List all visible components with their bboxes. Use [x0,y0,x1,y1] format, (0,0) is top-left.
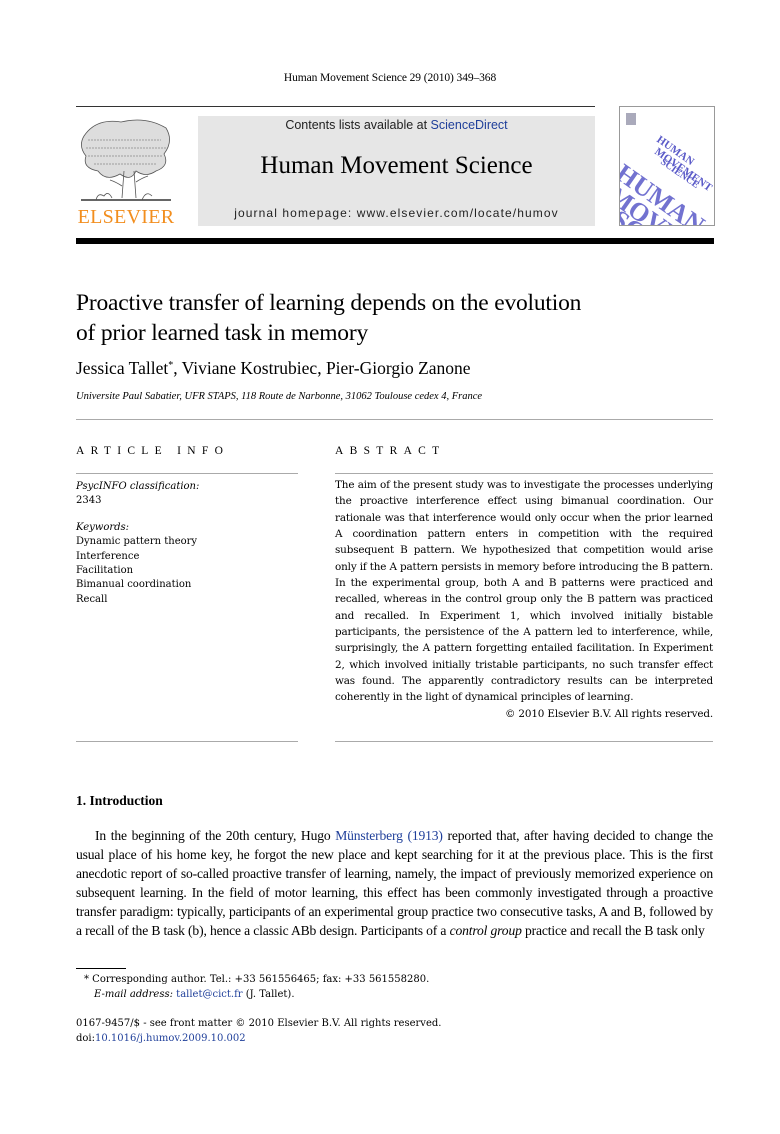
affiliation-rule [76,419,713,420]
email-link[interactable]: tallet@cict.fr [176,989,242,1000]
keywords-label: Keywords: [76,521,130,533]
footnote-rule [76,968,126,969]
intro-emphasis: control group [449,923,522,938]
header-rule [76,106,595,107]
author-list: Jessica Tallet*, Viviane Kostrubiec, Pie… [76,358,471,379]
footnote-email: E-mail address: tallet@cict.fr (J. Talle… [84,988,429,1003]
issn-line: 0167-9457/$ - see front matter © 2010 El… [76,1018,442,1029]
masthead-thick-rule [76,238,714,244]
article-info-rule [76,473,298,474]
classification-label: PsycINFO classification: [76,481,200,492]
footnote-correspondence: * Corresponding author. Tel.: +33 561556… [84,973,429,988]
cover-art-icon: HUMAN MOVEMENT SCIENCE HUMAN MOVEMENT SC… [620,113,714,225]
elsevier-logo[interactable]: ELSEVIER [76,116,176,228]
article-info-heading: ARTICLE INFO [76,445,230,457]
classification-value: 2343 [76,495,102,507]
intro-text: In the beginning of the 20th century, Hu… [95,828,336,843]
introduction-heading: 1. Introduction [76,793,163,808]
journal-citation: Human Movement Science 29 (2010) 349–368 [283,72,497,84]
elsevier-wordmark: ELSEVIER [77,206,175,228]
journal-cover-image[interactable]: HUMAN MOVEMENT SCIENCE HUMAN MOVEMENT SC… [619,106,715,226]
co-authors: , Viviane Kostrubiec, Pier-Giorgio Zanon… [173,358,471,378]
abstract-copyright: © 2010 Elsevier B.V. All rights reserved… [505,707,713,720]
email-suffix: (J. Tallet). [242,988,295,1000]
title-line-1: Proactive transfer of learning depends o… [76,290,582,316]
keyword-item: Dynamic pattern theory [76,536,198,548]
contents-availability: Contents lists available at ScienceDirec… [198,118,595,132]
keyword-item: Recall [76,593,108,605]
article-info-panel: PsycINFO classification: 2343 Keywords: … [76,480,298,607]
intro-text: practice and recall the B task only [521,923,705,938]
publication-meta: 0167-9457/$ - see front matter © 2010 El… [76,1017,441,1046]
email-label: E-mail address: [94,988,173,1000]
doi-prefix: doi: [76,1032,95,1044]
abstract-paragraph: The aim of the present study was to inve… [335,479,713,704]
intro-text: reported that, after having decided to c… [76,828,713,938]
journal-name: Human Movement Science [260,152,533,179]
introduction-body: In the beginning of the 20th century, Hu… [76,826,713,940]
introduction-paragraph: In the beginning of the 20th century, Hu… [76,826,713,940]
doi-line: doi:10.1016/j.humov.2009.10.002 [76,1032,441,1047]
keyword-item: Facilitation [76,565,134,577]
abstract-rule [335,473,713,474]
author-name: Jessica Tallet [76,358,169,378]
journal-homepage-link[interactable]: journal homepage: www.elsevier.com/locat… [198,206,595,220]
article-info-bottom-rule [76,741,298,742]
keyword-item: Bimanual coordination [76,579,192,591]
title-line-2: of prior learned task in memory [76,320,369,346]
author-affiliation: Universite Paul Sabatier, UFR STAPS, 118… [76,391,483,402]
keyword-item: Interference [76,550,140,562]
abstract-heading: ABSTRACT [335,445,446,457]
article-title: Proactive transfer of learning depends o… [76,288,696,348]
abstract-bottom-rule [335,741,713,742]
abstract-body: The aim of the present study was to inve… [335,477,713,722]
footnote-text: Corresponding author. Tel.: +33 56155646… [89,974,430,985]
contents-prefix: Contents lists available at [285,118,431,132]
citation-link-munsterberg[interactable]: Münsterberg (1913) [335,828,443,843]
doi-link[interactable]: 10.1016/j.humov.2009.10.002 [95,1033,246,1044]
journal-masthead: Contents lists available at ScienceDirec… [198,116,595,226]
footnote: * Corresponding author. Tel.: +33 561556… [84,973,429,1002]
elsevier-tree-icon [81,119,171,201]
sciencedirect-link[interactable]: ScienceDirect [431,118,508,132]
